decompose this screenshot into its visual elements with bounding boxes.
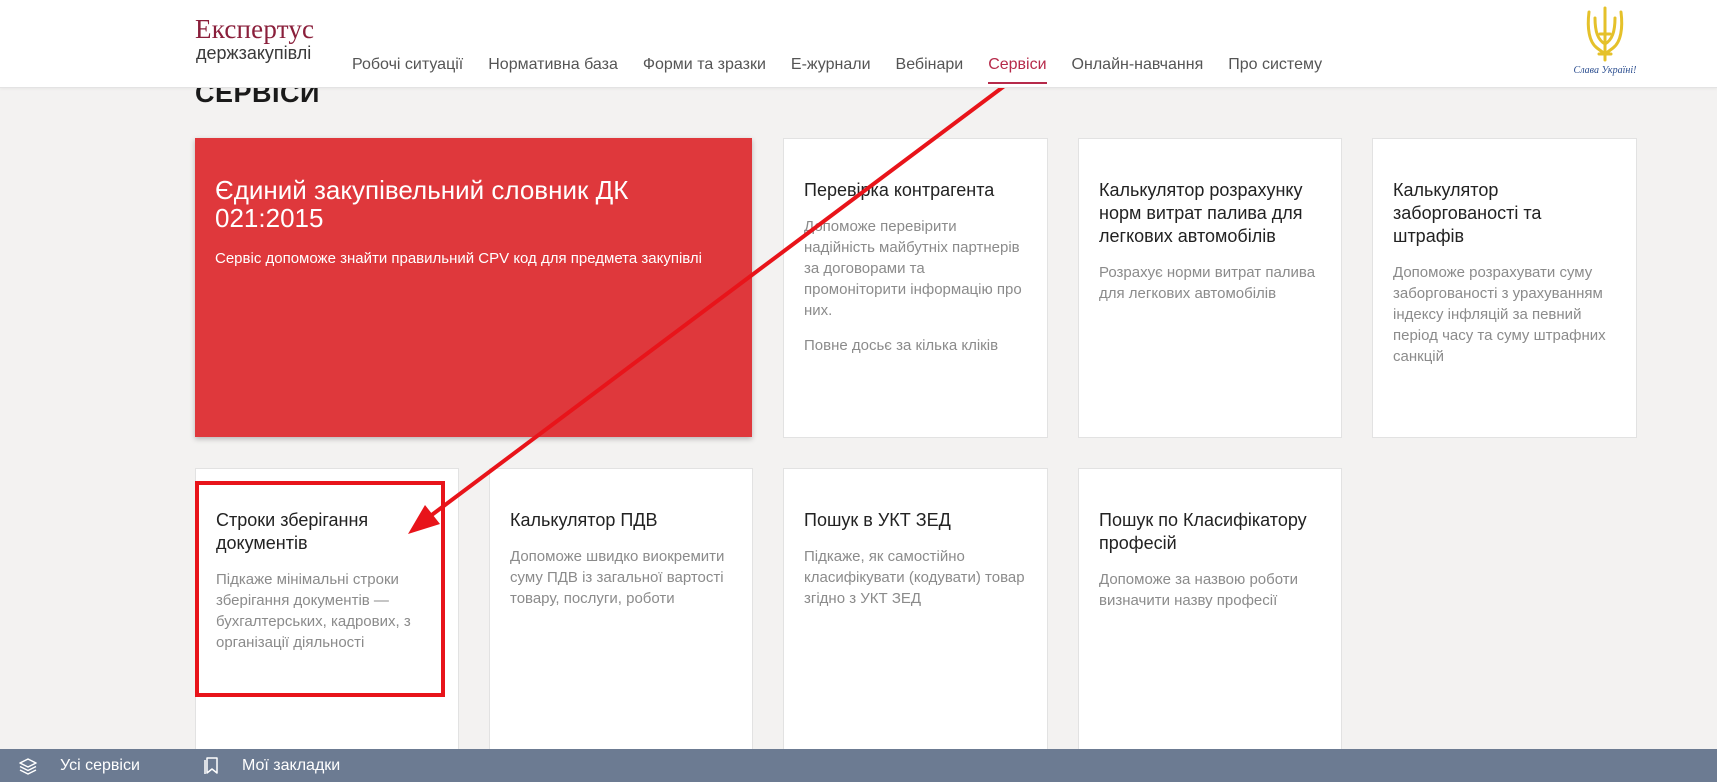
my-bookmarks-label: Мої закладки	[242, 756, 341, 774]
card-title: Калькулятор розрахунку норм витрат палив…	[1099, 180, 1303, 246]
layers-icon	[19, 757, 37, 775]
card-debt-calculator[interactable]: Калькулятор заборгованості та штрафів До…	[1372, 138, 1637, 438]
logo-sub-text: держзакупівлі	[196, 43, 312, 63]
site-header: Експертус держзакупівлі Робочі ситуації …	[0, 0, 1717, 88]
emblem-text: Слава Україні!	[1573, 65, 1637, 76]
main-nav: Робочі ситуації Нормативна база Форми та…	[352, 56, 1347, 84]
card-title: Калькулятор заборгованості та штрафів	[1393, 180, 1542, 246]
nav-item-regulatory-base[interactable]: Нормативна база	[488, 56, 618, 84]
bottom-bar: Усі сервіси Мої закладки	[0, 749, 1717, 782]
card-description: Розрахує норми витрат палива для легкови…	[1099, 264, 1316, 302]
card-uktzed-search[interactable]: Пошук в УКТ ЗЕД Підкаже, як самостійно к…	[783, 468, 1048, 768]
nav-item-webinars[interactable]: Вебінари	[896, 56, 964, 84]
card-description: Сервіс допоможе знайти правильний CPV ко…	[215, 250, 702, 267]
emblem: Слава Україні!	[1570, 4, 1640, 84]
nav-item-work-situations[interactable]: Робочі ситуації	[352, 56, 463, 84]
card-title: Пошук по Класифікатору професій	[1099, 510, 1307, 553]
card-title: Строки зберігання документів	[216, 510, 369, 553]
logo-main-text: Експертус	[195, 14, 315, 44]
all-services-button[interactable]: Усі сервіси	[18, 749, 140, 782]
card-fuel-calculator[interactable]: Калькулятор розрахунку норм витрат палив…	[1078, 138, 1342, 438]
card-title: Єдиний закупівельний словник ДК 021:2015	[215, 175, 629, 233]
logo[interactable]: Експертус держзакупівлі	[195, 14, 315, 63]
nav-item-forms-samples[interactable]: Форми та зразки	[643, 56, 766, 84]
nav-item-e-journals[interactable]: Е-журнали	[791, 56, 871, 84]
card-title: Пошук в УКТ ЗЕД	[804, 510, 951, 530]
card-counterparty-check[interactable]: Перевірка контрагента Допоможе перевірит…	[783, 138, 1048, 438]
card-extra-text: Повне досьє за кілька кліків	[804, 337, 999, 354]
all-services-label: Усі сервіси	[60, 756, 140, 774]
nav-item-services[interactable]: Сервіси	[988, 56, 1047, 84]
nav-item-about-system[interactable]: Про систему	[1228, 56, 1322, 84]
card-description: Допоможе перевірити надійність майбутніх…	[804, 218, 1022, 319]
card-title: Калькулятор ПДВ	[510, 510, 658, 530]
my-bookmarks-button[interactable]: Мої закладки	[204, 749, 340, 782]
card-description: Підкаже, як самостійно класифікувати (ко…	[804, 548, 1025, 607]
card-title: Перевірка контрагента	[804, 180, 995, 200]
card-cpv-dictionary[interactable]: Єдиний закупівельний словник ДК 021:2015…	[195, 138, 752, 437]
bookmark-icon	[204, 757, 218, 774]
card-professions-search[interactable]: Пошук по Класифікатору професій Допоможе…	[1078, 468, 1342, 768]
nav-item-online-learning[interactable]: Онлайн-навчання	[1072, 56, 1204, 84]
trident-icon	[1586, 6, 1624, 62]
card-description: Допоможе за назвою роботи визначити назв…	[1099, 571, 1298, 609]
card-description: Підкаже мінімальні строки зберігання док…	[216, 571, 411, 651]
card-description: Допоможе швидко виокремити суму ПДВ із з…	[510, 548, 725, 607]
card-vat-calculator[interactable]: Калькулятор ПДВ Допоможе швидко виокреми…	[489, 468, 753, 768]
card-description: Допоможе розрахувати суму заборгованості…	[1393, 264, 1606, 365]
card-document-storage[interactable]: Строки зберігання документів Підкаже мін…	[195, 468, 459, 768]
